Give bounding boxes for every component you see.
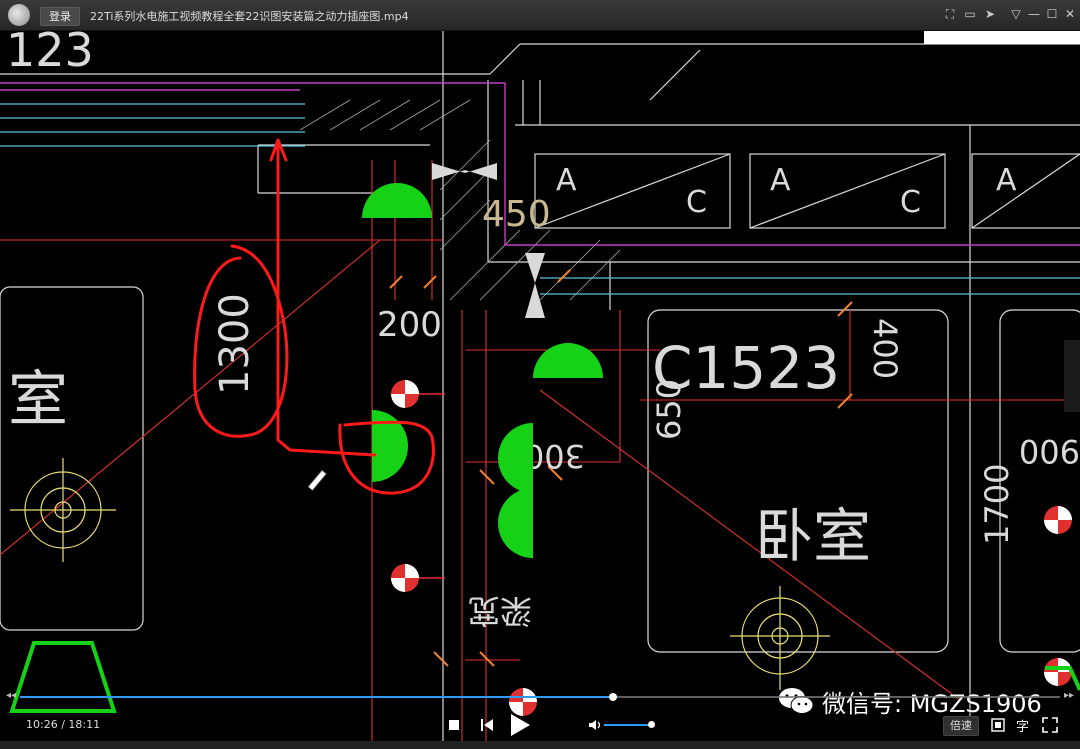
subtitle-button[interactable]: 字: [1016, 716, 1029, 735]
label-box-c-2: C: [900, 185, 921, 220]
fullscreen-icon[interactable]: [1042, 717, 1058, 733]
progress-knob[interactable]: [609, 693, 617, 701]
label-1700: 1700: [978, 464, 1016, 545]
title-bar: 登录 22Ti系列水电施工视频教程全套22识图安装篇之动力插座图.mp4 ⛶ ▭…: [0, 0, 1080, 31]
label-box-c-1: C: [686, 185, 707, 220]
white-overlay-band: [924, 31, 1080, 44]
label-box-a-2: A: [770, 163, 791, 198]
label-box-a-1: A: [556, 163, 577, 198]
bottom-status-bar: [0, 741, 1080, 749]
label-room-left: 室: [8, 365, 68, 435]
play-icon[interactable]: [508, 712, 532, 738]
app-logo-icon[interactable]: [8, 4, 30, 26]
volume-icon[interactable]: [588, 719, 602, 731]
speed-button[interactable]: 倍速: [943, 716, 979, 736]
screenshot-icon[interactable]: ⛶: [942, 6, 958, 22]
folder-icon[interactable]: ▭: [962, 6, 978, 22]
label-400: 400: [866, 318, 904, 379]
login-button[interactable]: 登录: [40, 7, 80, 26]
label-450: 450: [482, 194, 551, 235]
maximize-icon[interactable]: ☐: [1044, 6, 1060, 22]
progress-bar[interactable]: [0, 690, 1080, 704]
label-200: 200: [377, 305, 442, 345]
progress-fill: [20, 696, 613, 698]
label-bedroom: 卧室: [755, 502, 871, 570]
label-1300: 1300: [212, 293, 258, 395]
side-panel-toggle[interactable]: [1064, 340, 1080, 412]
menu-icon[interactable]: ▽: [1008, 6, 1024, 22]
minimize-icon[interactable]: —: [1026, 6, 1042, 22]
pin-icon[interactable]: ➤: [982, 6, 998, 22]
label-123: 123: [6, 31, 94, 77]
screen-icon[interactable]: [991, 718, 1005, 732]
time-display: 10:26 / 18:11: [26, 718, 101, 731]
label-beam-width: 梁宽: [468, 592, 532, 630]
close-icon[interactable]: ✕: [1062, 6, 1078, 22]
label-300: 300: [524, 437, 585, 475]
volume-slider[interactable]: [604, 724, 651, 726]
prev-icon[interactable]: [480, 718, 494, 732]
stop-icon[interactable]: [448, 719, 460, 731]
label-650: 650: [650, 379, 688, 440]
label-900: 900: [1019, 432, 1080, 470]
window-title: 22Ti系列水电施工视频教程全套22识图安装篇之动力插座图.mp4: [90, 10, 409, 23]
label-box-a-3: A: [996, 163, 1017, 198]
video-frame[interactable]: 123 450 200 C1523 1300 650 400 300 1700 …: [0, 31, 1080, 749]
volume-knob[interactable]: [648, 721, 655, 728]
